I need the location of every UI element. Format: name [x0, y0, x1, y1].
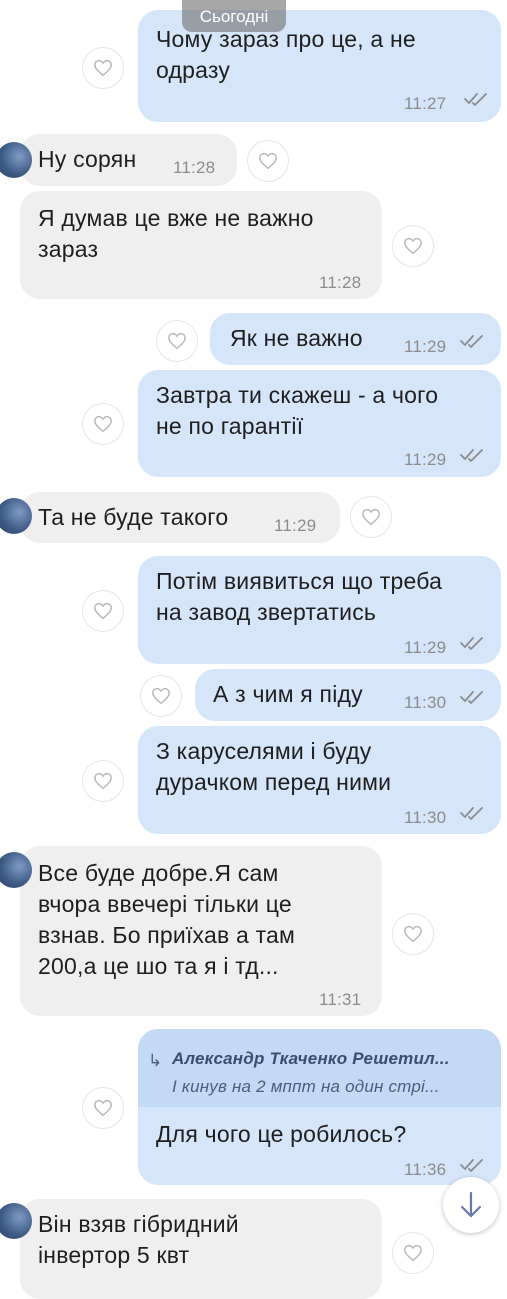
heart-icon [94, 1099, 112, 1117]
double-check-icon [460, 691, 483, 704]
incoming-message[interactable]: Та не буде такого 11:29 [0, 492, 340, 543]
message-time: 11:27 [404, 94, 447, 113]
chat-history[interactable]: Чому зараз про це, а не одразу 11:27 Сьо… [0, 0, 507, 1299]
heart-icon [152, 687, 170, 705]
double-check-icon [460, 637, 483, 650]
double-check-icon [460, 449, 483, 462]
message-time: 11:29 [404, 450, 447, 469]
date-separator: Сьогодні [182, 0, 286, 32]
heart-icon [404, 925, 422, 943]
message-text: Завтра ти скажеш - а чого не по гарантії [156, 382, 439, 439]
heart-icon [362, 508, 380, 526]
message-text: Та не буде такого [38, 504, 229, 530]
outgoing-message[interactable]: Потім виявиться що треба на завод зверта… [138, 556, 501, 664]
message-time: 11:28 [173, 158, 216, 177]
outgoing-message[interactable]: Завтра ти скажеш - а чого не по гарантії… [138, 370, 501, 477]
outgoing-message[interactable]: З каруселями і буду дурачком перед ними … [138, 726, 501, 834]
message-text: Все буде добре.Я сам вчора ввечері тільк… [38, 860, 296, 979]
heart-icon [94, 415, 112, 433]
message-time: 11:36 [404, 1160, 447, 1179]
outgoing-message[interactable]: ↳ Александр Ткаченко Решетил... І кинув … [138, 1029, 501, 1185]
double-check-icon [464, 93, 487, 106]
message-time: 11:30 [404, 693, 447, 712]
like-button[interactable] [392, 225, 434, 267]
message-text: З каруселями і буду дурачком перед ними [156, 738, 392, 795]
scroll-to-bottom-button[interactable] [443, 1177, 499, 1233]
heart-icon [94, 602, 112, 620]
double-check-icon [460, 335, 483, 348]
message-text: Я думав це вже не важно зараз [38, 205, 314, 262]
like-button[interactable] [247, 140, 289, 182]
like-button[interactable] [82, 403, 124, 445]
reply-snippet: І кинув на 2 мппт на один стрі... [172, 1077, 440, 1096]
double-check-icon [460, 807, 483, 820]
message-time: 11:28 [319, 273, 362, 292]
avatar[interactable] [0, 142, 32, 178]
like-button[interactable] [392, 1232, 434, 1274]
like-button[interactable] [350, 496, 392, 538]
like-button[interactable] [156, 320, 198, 362]
outgoing-message[interactable]: А з чим я піду 11:30 [195, 669, 501, 721]
heart-icon [94, 59, 112, 77]
incoming-message[interactable]: Він взяв гібридний інвертор 5 квт [0, 1199, 382, 1299]
message-time: 11:29 [404, 638, 447, 657]
reply-quote[interactable]: ↳ Александр Ткаченко Решетил... І кинув … [138, 1029, 501, 1107]
like-button[interactable] [140, 675, 182, 717]
like-button[interactable] [392, 913, 434, 955]
message-time: 11:29 [404, 337, 447, 356]
avatar[interactable] [0, 498, 32, 534]
message-text: А з чим я піду [213, 681, 363, 707]
double-check-icon [460, 1159, 483, 1172]
heart-icon [259, 152, 277, 170]
avatar[interactable] [0, 852, 32, 888]
message-text: Потім виявиться що треба на завод зверта… [156, 568, 443, 625]
message-text: Для чого це робилось? [156, 1121, 407, 1147]
incoming-message[interactable]: Все буде добре.Я сам вчора ввечері тільк… [0, 846, 382, 1016]
message-time: 11:29 [274, 516, 317, 535]
like-button[interactable] [82, 47, 124, 89]
heart-icon [94, 772, 112, 790]
like-button[interactable] [82, 760, 124, 802]
message-text: Чому зараз про це, а не одразу [156, 26, 416, 83]
outgoing-message[interactable]: Як не важно 11:29 [210, 313, 501, 365]
avatar[interactable] [0, 1203, 32, 1239]
reply-author: Александр Ткаченко Решетил... [172, 1049, 450, 1068]
message-time: 11:31 [319, 990, 362, 1009]
heart-icon [404, 237, 422, 255]
message-text: Ну сорян [38, 146, 137, 172]
like-button[interactable] [82, 590, 124, 632]
arrow-down-icon [460, 1191, 482, 1218]
heart-icon [168, 332, 186, 350]
heart-icon [404, 1244, 422, 1262]
message-text: Він взяв гібридний інвертор 5 квт [38, 1211, 239, 1268]
message-text: Як не важно [230, 325, 363, 351]
like-button[interactable] [82, 1087, 124, 1129]
incoming-message[interactable]: Ну сорян 11:28 [0, 134, 237, 186]
reply-arrow-icon: ↳ [148, 1051, 163, 1070]
message-time: 11:30 [404, 808, 447, 827]
incoming-message[interactable]: Я думав це вже не важно зараз 11:28 [20, 191, 382, 299]
